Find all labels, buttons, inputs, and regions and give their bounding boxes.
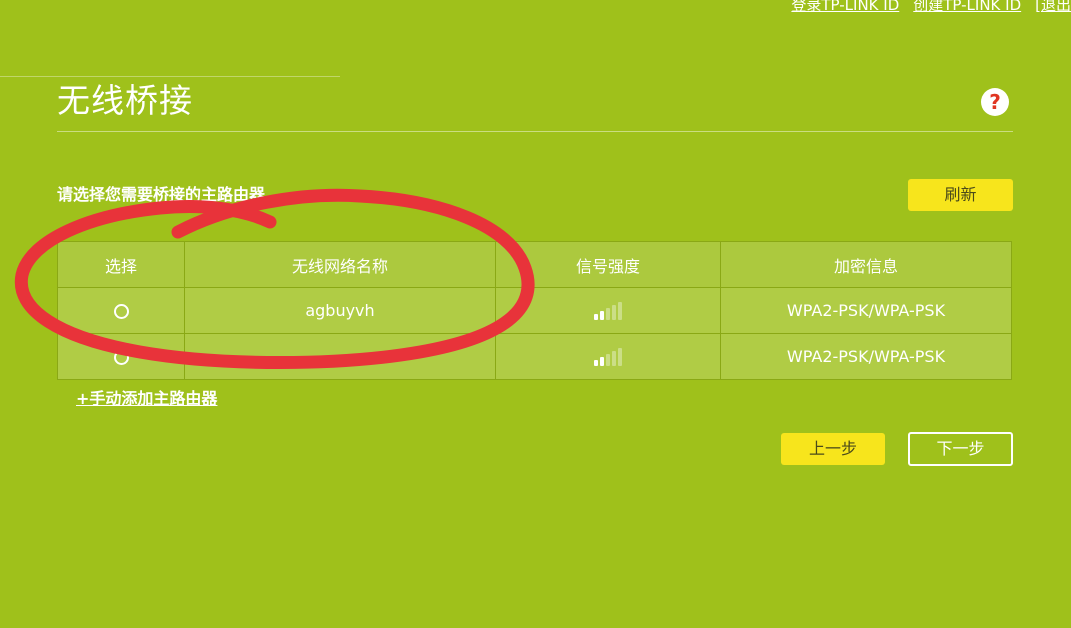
prev-step-button[interactable]: 上一步	[781, 433, 885, 465]
ssid-cell: agbuyvh	[184, 287, 496, 334]
logout-link[interactable]: [退出	[1035, 0, 1071, 18]
signal-cell	[495, 287, 721, 334]
signal-strength-icon	[594, 348, 622, 367]
signal-cell	[495, 333, 721, 380]
select-cell	[57, 287, 185, 334]
header-security: 加密信息	[720, 241, 1012, 288]
page-title: 无线桥接	[57, 81, 193, 120]
router-table: 选择 无线网络名称 信号强度 加密信息 agbuyvh WPA2-PSK/WPA…	[57, 241, 1012, 380]
signal-strength-icon	[594, 302, 622, 321]
help-icon[interactable]: ?	[981, 88, 1009, 116]
table-row[interactable]: WPA2-PSK/WPA-PSK	[57, 333, 1012, 380]
header-signal: 信号强度	[495, 241, 721, 288]
security-cell: WPA2-PSK/WPA-PSK	[720, 333, 1012, 380]
table-row[interactable]: agbuyvh WPA2-PSK/WPA-PSK	[57, 287, 1012, 334]
next-step-button[interactable]: 下一步	[908, 432, 1013, 466]
router-radio[interactable]	[113, 304, 129, 319]
select-cell	[57, 333, 185, 380]
select-router-prompt: 请选择您需要桥接的主路由器	[57, 185, 266, 204]
header-select: 选择	[57, 241, 185, 288]
top-bar: 登录TP-LINK ID 创建TP-LINK ID [退出	[791, 0, 1071, 18]
title-divider	[57, 131, 1013, 132]
ssid-cell	[184, 333, 496, 380]
add-router-link[interactable]: +手动添加主路由器	[76, 385, 217, 409]
security-cell: WPA2-PSK/WPA-PSK	[720, 287, 1012, 334]
router-radio[interactable]	[113, 350, 129, 365]
login-link[interactable]: 登录TP-LINK ID	[791, 0, 899, 18]
table-header-row: 选择 无线网络名称 信号强度 加密信息	[57, 241, 1012, 288]
refresh-button[interactable]: 刷新	[908, 179, 1013, 211]
create-id-link[interactable]: 创建TP-LINK ID	[913, 0, 1021, 18]
header-ssid: 无线网络名称	[184, 241, 496, 288]
